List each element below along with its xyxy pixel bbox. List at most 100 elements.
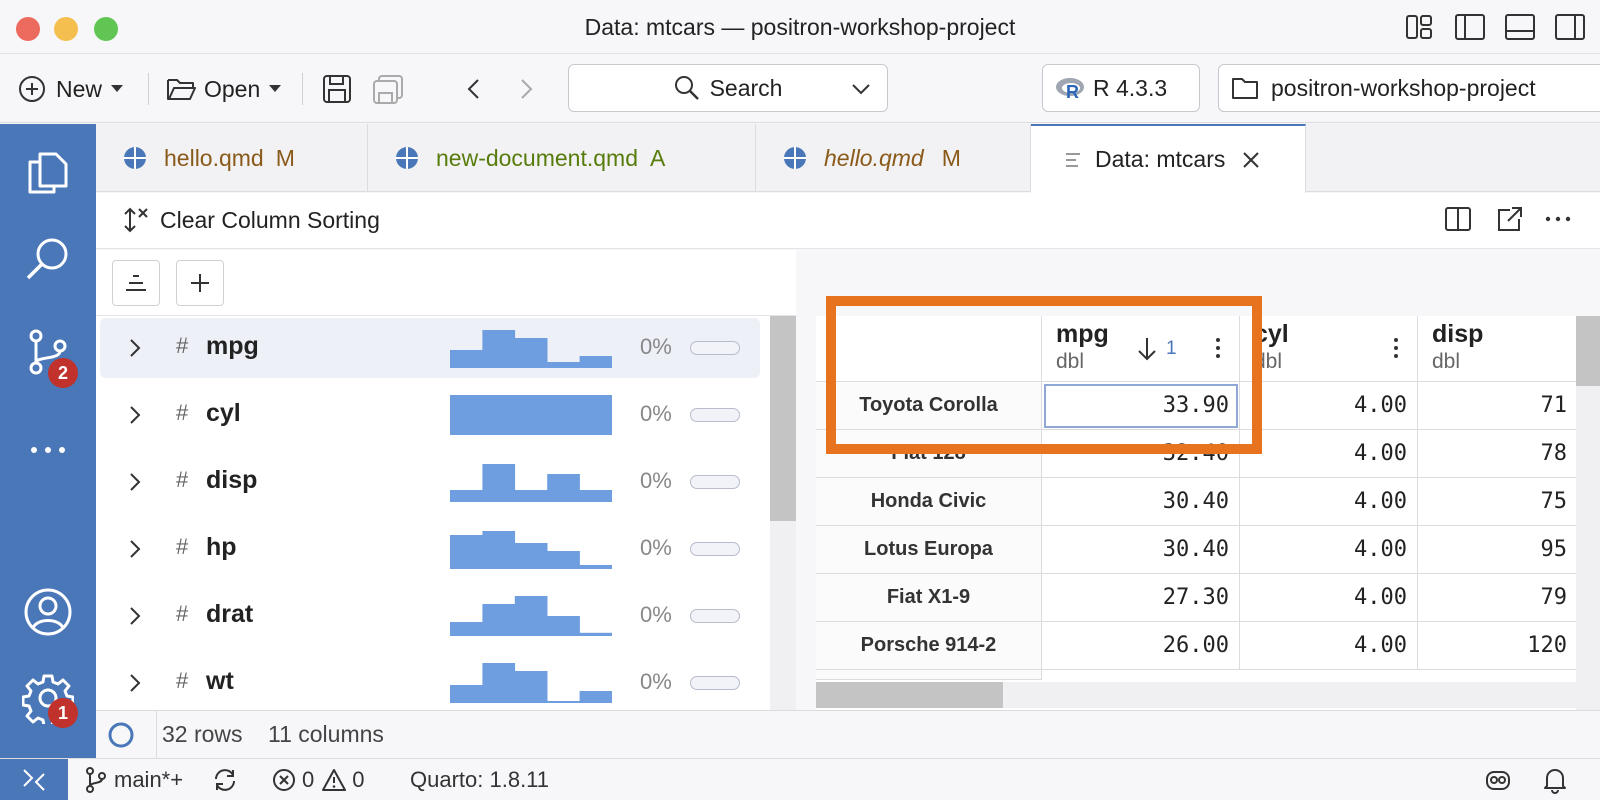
sync-icon[interactable]	[212, 767, 238, 799]
save-button[interactable]	[322, 71, 352, 107]
data-cell[interactable]: 95	[1418, 526, 1578, 574]
tab-hello-qmd[interactable]: hello.qmd M	[96, 124, 368, 192]
numeric-type-icon: #	[176, 400, 189, 425]
toggle-secondary-sidebar-icon[interactable]	[1554, 12, 1586, 42]
data-cell[interactable]: 120	[1418, 622, 1578, 670]
summary-sort-button[interactable]	[112, 260, 160, 306]
tab-status: M	[941, 144, 961, 171]
summary-row-wt[interactable]: # wt 0%	[100, 653, 760, 713]
forward-button[interactable]	[516, 71, 536, 107]
git-branch-icon	[86, 767, 106, 793]
chevron-right-icon[interactable]	[126, 336, 144, 360]
chevron-right-icon	[521, 79, 533, 99]
customize-layout-icon[interactable]	[1404, 12, 1436, 42]
data-cell[interactable]: 30.40	[1042, 526, 1240, 574]
more-icon[interactable]	[22, 424, 74, 476]
data-cell[interactable]: 79	[1418, 574, 1578, 622]
close-tab-icon[interactable]	[1241, 150, 1261, 170]
sparkline-histogram	[450, 395, 612, 435]
histogram-bar	[579, 632, 612, 636]
data-cell[interactable]: 26.00	[1042, 622, 1240, 670]
missing-bar	[690, 542, 740, 556]
missing-bar	[690, 475, 740, 489]
column-name: drat	[206, 600, 254, 628]
chevron-right-icon[interactable]	[126, 403, 144, 427]
quarto-version[interactable]: Quarto: 1.8.11	[410, 767, 549, 793]
tab-data-mtcars[interactable]: Data: mtcars	[1031, 124, 1306, 193]
open-button[interactable]: Open	[166, 71, 282, 107]
git-branch-item[interactable]: main*+	[84, 767, 183, 793]
summary-row-drat[interactable]: # drat 0%	[100, 586, 760, 646]
histogram-bar	[514, 543, 548, 569]
summary-row-disp[interactable]: # disp 0%	[100, 452, 760, 512]
project-selector[interactable]: positron-workshop-project	[1218, 64, 1600, 112]
account-icon[interactable]	[22, 586, 74, 638]
summary-scrollbar[interactable]	[770, 316, 796, 710]
back-button[interactable]	[464, 71, 484, 107]
r-logo-icon: R	[1056, 78, 1084, 100]
tab-new-document-qmd[interactable]: new-document.qmd A	[368, 124, 756, 192]
column-menu-icon[interactable]	[1394, 338, 1398, 360]
data-cell[interactable]: 4.00	[1240, 526, 1418, 574]
toggle-primary-sidebar-icon[interactable]	[1454, 12, 1486, 42]
data-cell[interactable]: 75	[1418, 478, 1578, 526]
problems-item[interactable]: 0 0	[272, 767, 365, 793]
open-in-new-window-icon[interactable]	[1496, 205, 1524, 238]
chevron-right-icon[interactable]	[126, 604, 144, 628]
row-label: Fiat X1-9	[816, 574, 1042, 622]
column-name: wt	[206, 667, 234, 695]
clear-sorting-label: Clear Column Sorting	[160, 206, 380, 233]
split-editor-icon[interactable]	[1444, 205, 1472, 238]
data-cell[interactable]: 4.00	[1240, 478, 1418, 526]
chevron-right-icon[interactable]	[126, 470, 144, 494]
data-cell[interactable]: 27.30	[1042, 574, 1240, 622]
sparkline-histogram	[450, 330, 612, 368]
save-all-button[interactable]	[372, 71, 404, 107]
histogram-bar	[547, 551, 580, 569]
more-actions-icon[interactable]	[1544, 205, 1572, 238]
command-search-box[interactable]: Search	[568, 64, 888, 112]
data-cell[interactable]: 78	[1418, 430, 1578, 478]
row-label: Porsche 914-2	[816, 622, 1042, 670]
data-cell[interactable]: 4.00	[1240, 574, 1418, 622]
status-circle-icon	[108, 722, 134, 748]
chevron-right-icon[interactable]	[126, 671, 144, 695]
add-filter-button[interactable]	[176, 260, 224, 306]
histogram-bar	[579, 691, 612, 703]
column-name: mpg	[206, 332, 259, 360]
data-cell[interactable]: 4.00	[1240, 430, 1418, 478]
search-label: Search	[709, 74, 783, 101]
remote-indicator[interactable]	[0, 759, 68, 800]
search-icon[interactable]	[22, 234, 74, 286]
column-header-type: dbl	[1432, 350, 1461, 373]
missing-percent: 0%	[640, 334, 672, 359]
column-header-cyl[interactable]: cyl dbl	[1240, 316, 1418, 382]
clear-column-sorting-button[interactable]: Clear Column Sorting	[122, 205, 380, 235]
explorer-icon[interactable]	[22, 146, 74, 198]
toggle-panel-icon[interactable]	[1504, 12, 1536, 42]
data-cell[interactable]: 4.00	[1240, 382, 1418, 430]
window-title: Data: mtcars — positron-workshop-project	[584, 14, 1016, 40]
grid-vertical-scrollbar[interactable]	[1576, 316, 1600, 710]
chevron-right-icon[interactable]	[126, 537, 144, 561]
missing-bar	[690, 676, 740, 690]
save-icon	[323, 75, 351, 103]
notifications-bell-icon[interactable]	[1542, 766, 1568, 800]
copilot-icon[interactable]	[1484, 767, 1512, 799]
summary-row-mpg[interactable]: # mpg 0%	[100, 318, 760, 378]
histogram-bar	[450, 535, 483, 569]
new-button[interactable]: New	[18, 71, 124, 107]
grid-horizontal-scrollbar[interactable]	[816, 682, 1576, 708]
interpreter-selector[interactable]: R R 4.3.3	[1042, 64, 1200, 112]
data-cell[interactable]: 71	[1418, 382, 1578, 430]
column-header-disp[interactable]: disp dbl	[1418, 316, 1578, 382]
summary-row-hp[interactable]: # hp 0%	[100, 519, 760, 579]
data-cell[interactable]: 30.40	[1042, 478, 1240, 526]
histogram-bar	[450, 350, 483, 368]
tab-hello-qmd-preview[interactable]: hello.qmd M	[756, 124, 1031, 192]
data-cell[interactable]: 4.00	[1240, 622, 1418, 670]
histogram-bar	[514, 338, 548, 368]
summary-row-cyl[interactable]: # cyl 0%	[100, 385, 760, 445]
histogram-bar	[482, 663, 516, 703]
plus-circle-icon	[19, 76, 45, 102]
